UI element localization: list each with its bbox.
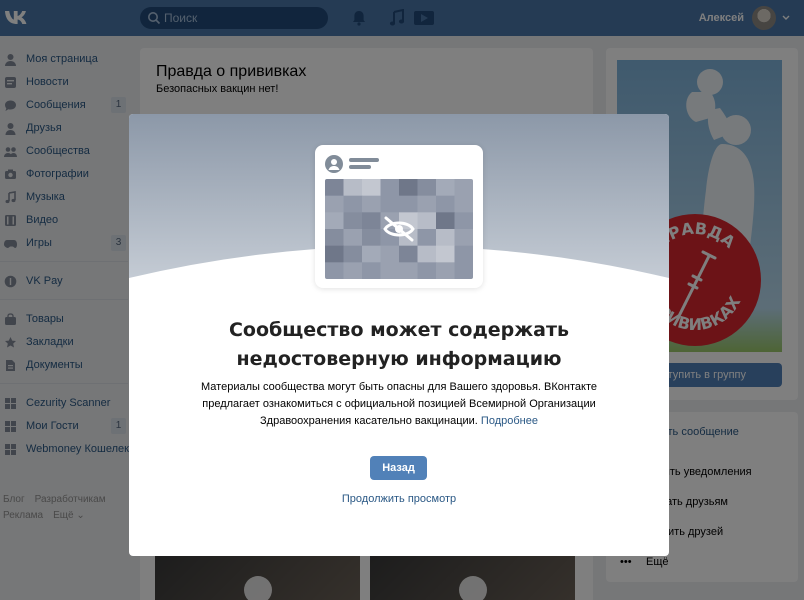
mosaic-tile — [362, 179, 381, 197]
mosaic-tile — [380, 195, 400, 213]
placeholder-line — [349, 158, 379, 162]
mosaic-tile — [325, 212, 344, 230]
blurred-image-mosaic — [325, 179, 473, 279]
mosaic-tile — [343, 212, 363, 230]
mosaic-tile — [436, 245, 455, 263]
mosaic-tile — [343, 179, 363, 197]
mosaic-tile — [362, 262, 381, 279]
modal-description: Материалы сообщества могут быть опасны д… — [169, 379, 629, 430]
mosaic-tile — [343, 245, 363, 263]
placeholder-line — [349, 165, 371, 169]
modal-text-line: Здравоохранения касательно вакцинации. — [260, 415, 478, 427]
user-avatar-icon — [325, 155, 343, 173]
mosaic-tile — [380, 245, 400, 263]
mosaic-tile — [399, 179, 418, 197]
mosaic-tile — [362, 229, 381, 247]
mosaic-tile — [325, 195, 344, 213]
modal-title: Сообщество может содержать недостоверную… — [149, 316, 649, 374]
mosaic-tile — [436, 179, 455, 197]
mosaic-tile — [343, 195, 363, 213]
modal-title-line: недостоверную информацию — [236, 348, 562, 370]
mosaic-tile — [343, 229, 363, 247]
mosaic-tile — [454, 179, 473, 197]
mosaic-tile — [325, 179, 344, 197]
mosaic-tile — [325, 229, 344, 247]
back-button[interactable]: Назад — [370, 456, 427, 480]
mosaic-tile — [454, 195, 473, 213]
mosaic-tile — [362, 195, 381, 213]
mosaic-tile — [417, 229, 437, 247]
mosaic-tile — [325, 262, 344, 279]
mosaic-tile — [325, 245, 344, 263]
modal-text-line: предлагает ознакомиться с официальной по… — [202, 398, 596, 410]
mosaic-tile — [454, 245, 473, 263]
hidden-post-illustration — [315, 145, 483, 288]
mosaic-tile — [417, 212, 437, 230]
mosaic-tile — [399, 245, 418, 263]
mosaic-tile — [380, 179, 400, 197]
mosaic-tile — [417, 195, 437, 213]
mosaic-tile — [454, 212, 473, 230]
mosaic-tile — [454, 262, 473, 279]
mosaic-tile — [436, 262, 455, 279]
mosaic-tile — [362, 245, 381, 263]
mosaic-tile — [399, 262, 418, 279]
mosaic-tile — [380, 262, 400, 279]
modal-text-line: Материалы сообщества могут быть опасны д… — [201, 381, 597, 393]
mosaic-tile — [454, 229, 473, 247]
warning-modal: Сообщество может содержать недостоверную… — [129, 114, 669, 556]
mosaic-tile — [417, 245, 437, 263]
continue-viewing-link[interactable]: Продолжить просмотр — [279, 493, 519, 505]
modal-title-line: Сообщество может содержать — [228, 319, 570, 341]
mosaic-tile — [399, 195, 418, 213]
mosaic-tile — [417, 262, 437, 279]
mosaic-tile — [436, 195, 455, 213]
mosaic-tile — [436, 229, 455, 247]
mosaic-tile — [343, 262, 363, 279]
mosaic-tile — [417, 179, 437, 197]
more-info-link[interactable]: Подробнее — [481, 415, 538, 427]
mosaic-tile — [436, 212, 455, 230]
mosaic-tile — [362, 212, 381, 230]
